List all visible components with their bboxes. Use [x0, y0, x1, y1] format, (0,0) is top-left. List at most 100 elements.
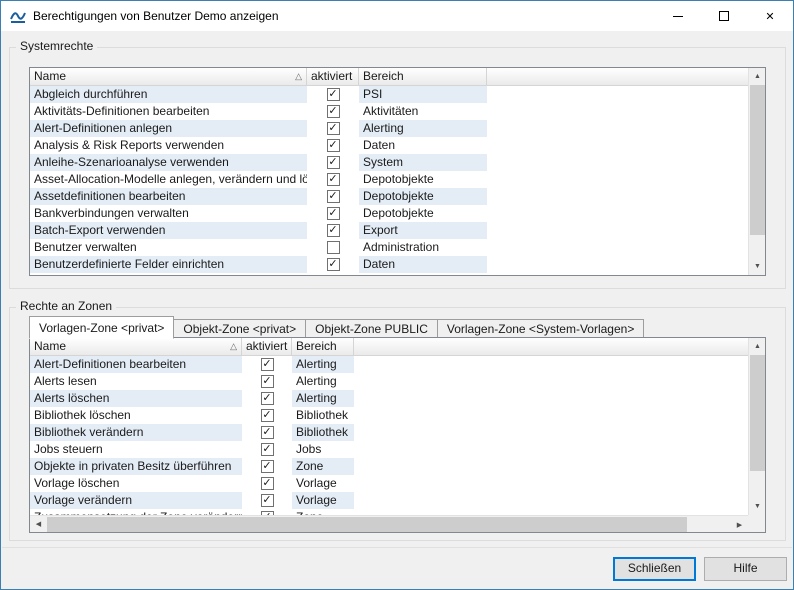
- vertical-scrollbar[interactable]: ▲ ▼: [748, 68, 765, 275]
- table-row[interactable]: Alerts lesen ✓ Alerting: [30, 373, 748, 390]
- window-title: Berechtigungen von Benutzer Demo anzeige…: [33, 9, 279, 23]
- name-cell: Asset-Allocation-Modelle anlegen, veränd…: [30, 171, 307, 188]
- aktiviert-checkbox[interactable]: ✓: [327, 88, 340, 101]
- bereich-cell: PSI: [359, 86, 487, 103]
- systemrechte-table: Name △ aktiviert Bereich Abgleich durchf…: [29, 67, 766, 276]
- aktiviert-cell: ✓: [307, 188, 359, 205]
- bereich-cell: System: [359, 154, 487, 171]
- aktiviert-checkbox[interactable]: ✓: [261, 409, 274, 422]
- column-header-aktiviert[interactable]: aktiviert: [242, 338, 292, 356]
- bereich-cell: Bibliothek: [292, 424, 354, 441]
- zonen-table: Name △ aktiviert Bereich Alert-Definitio…: [29, 337, 766, 533]
- bereich-cell: Depotobjekte: [359, 171, 487, 188]
- table-row[interactable]: Jobs steuern✓Jobs: [30, 441, 748, 458]
- aktiviert-checkbox[interactable]: ✓: [327, 139, 340, 152]
- column-header-bereich[interactable]: Bereich: [359, 68, 487, 86]
- aktiviert-checkbox[interactable]: ✓: [327, 190, 340, 203]
- aktiviert-checkbox[interactable]: ✓: [327, 258, 340, 271]
- table-row[interactable]: Bankverbindungen verwalten✓Depotobjekte: [30, 205, 748, 222]
- app-icon: [9, 7, 27, 25]
- aktiviert-checkbox[interactable]: ✓: [261, 460, 274, 473]
- scroll-down-arrow[interactable]: ▼: [749, 498, 766, 515]
- zonen-group-label: Rechte an Zonen: [16, 299, 116, 313]
- tab-vorlagen-zone-system-vorlagen[interactable]: Vorlagen-Zone <System-Vorlagen>: [437, 319, 644, 338]
- name-cell: Alert-Definitionen anlegen: [30, 120, 307, 137]
- column-header-bereich[interactable]: Bereich: [292, 338, 354, 356]
- table-row[interactable]: Alert-Definitionen anlegen✓Alerting: [30, 120, 748, 137]
- aktiviert-checkbox[interactable]: ✓: [261, 392, 274, 405]
- table-row[interactable]: Alerts löschen✓Alerting: [30, 390, 748, 407]
- scrollbar-thumb[interactable]: [750, 85, 765, 235]
- bereich-cell: Depotobjekte: [359, 205, 487, 222]
- aktiviert-checkbox[interactable]: ✓: [327, 173, 340, 186]
- table-row[interactable]: Anleihe-Szenarioanalyse verwenden✓System: [30, 154, 748, 171]
- aktiviert-checkbox[interactable]: ✓: [327, 105, 340, 118]
- column-header-aktiviert[interactable]: aktiviert: [307, 68, 359, 86]
- table-row[interactable]: Vorlage verändern✓Vorlage: [30, 492, 748, 509]
- scrollbar-thumb[interactable]: [750, 355, 765, 471]
- column-header-name[interactable]: Name △: [30, 338, 242, 356]
- aktiviert-cell: ✓: [242, 356, 292, 373]
- table-row[interactable]: Asset-Allocation-Modelle anlegen, veränd…: [30, 171, 748, 188]
- help-button[interactable]: Hilfe: [704, 557, 787, 581]
- vertical-scrollbar[interactable]: ▲ ▼: [748, 338, 765, 515]
- aktiviert-checkbox[interactable]: ✓: [327, 224, 340, 237]
- aktiviert-checkbox[interactable]: ✓: [327, 122, 340, 135]
- aktiviert-checkbox[interactable]: ✓: [261, 358, 274, 371]
- aktiviert-cell: ✓: [242, 492, 292, 509]
- table-row[interactable]: Alert-Definitionen bearbeiten✓Alerting: [30, 356, 748, 373]
- aktiviert-checkbox[interactable]: ✓: [261, 443, 274, 456]
- table-row[interactable]: Assetdefinitionen bearbeiten✓Depotobjekt…: [30, 188, 748, 205]
- scroll-left-arrow[interactable]: ◀: [30, 516, 47, 533]
- table-row[interactable]: Objekte in privaten Besitz überführen ✓ Zo…: [30, 458, 748, 475]
- scroll-down-arrow[interactable]: ▼: [749, 258, 766, 275]
- scroll-right-arrow[interactable]: ▶: [731, 516, 748, 533]
- table-row[interactable]: Analysis & Risk Reports verwenden✓Daten: [30, 137, 748, 154]
- horizontal-scrollbar[interactable]: ◀ ▶: [30, 515, 748, 532]
- table-body: Abgleich durchführen✓PSIAktivitäts-Defin…: [30, 86, 748, 275]
- systemrechte-group-label: Systemrechte: [16, 39, 97, 53]
- name-cell: Analysis & Risk Reports verwenden: [30, 137, 307, 154]
- bereich-cell: Alerting: [292, 373, 354, 390]
- name-cell: Bibliothek verändern: [30, 424, 242, 441]
- aktiviert-cell: ✓: [307, 120, 359, 137]
- aktiviert-checkbox[interactable]: ✓: [261, 426, 274, 439]
- aktiviert-cell: ✓: [242, 424, 292, 441]
- table-row[interactable]: Bibliothek verändern ✓ Bibliothek: [30, 424, 748, 441]
- aktiviert-checkbox[interactable]: ✓: [261, 375, 274, 388]
- bereich-cell: Bibliothek: [292, 407, 354, 424]
- name-cell: Objekte in privaten Besitz überführen: [30, 458, 242, 475]
- scroll-up-arrow[interactable]: ▲: [749, 338, 766, 355]
- aktiviert-checkbox[interactable]: ✓: [327, 207, 340, 220]
- name-cell: Benutzer verwalten: [30, 239, 307, 256]
- bereich-cell: Aktivitäten: [359, 103, 487, 120]
- minimize-button[interactable]: [655, 1, 701, 31]
- name-cell: Alerts lesen: [30, 373, 242, 390]
- aktiviert-checkbox[interactable]: [327, 241, 340, 254]
- close-dialog-button[interactable]: Schließen: [613, 557, 696, 581]
- scroll-up-arrow[interactable]: ▲: [749, 68, 766, 85]
- aktiviert-checkbox[interactable]: ✓: [261, 494, 274, 507]
- table-row[interactable]: Batch-Export verwenden✓Export: [30, 222, 748, 239]
- close-button[interactable]: ✕: [747, 1, 793, 31]
- zone-tabs: Vorlagen-Zone <privat> Objekt-Zone <priv…: [29, 315, 643, 338]
- table-row[interactable]: Vorlage löschen✓Vorlage: [30, 475, 748, 492]
- column-header-name[interactable]: Name △: [30, 68, 307, 86]
- scrollbar-thumb[interactable]: [47, 517, 687, 532]
- aktiviert-cell: ✓: [242, 407, 292, 424]
- maximize-button[interactable]: [701, 1, 747, 31]
- tab-vorlagen-zone-privat[interactable]: Vorlagen-Zone <privat>: [29, 316, 174, 339]
- table-row[interactable]: Bibliothek löschen✓Bibliothek: [30, 407, 748, 424]
- tab-objekt-zone-privat[interactable]: Objekt-Zone <privat>: [173, 319, 306, 338]
- tab-objekt-zone-public[interactable]: Objekt-Zone PUBLIC: [305, 319, 438, 338]
- bereich-cell: Zone: [292, 458, 354, 475]
- table-row[interactable]: Abgleich durchführen✓PSI: [30, 86, 748, 103]
- table-row[interactable]: Benutzer verwaltenAdministration: [30, 239, 748, 256]
- sort-ascending-icon: △: [230, 339, 237, 354]
- bereich-cell: Alerting: [292, 356, 354, 373]
- aktiviert-checkbox[interactable]: ✓: [261, 477, 274, 490]
- aktiviert-checkbox[interactable]: ✓: [327, 156, 340, 169]
- bereich-cell: Alerting: [292, 390, 354, 407]
- table-row[interactable]: Aktivitäts-Definitionen bearbeiten✓Aktiv…: [30, 103, 748, 120]
- table-row[interactable]: Benutzerdefinierte Felder einrichten✓Dat…: [30, 256, 748, 273]
